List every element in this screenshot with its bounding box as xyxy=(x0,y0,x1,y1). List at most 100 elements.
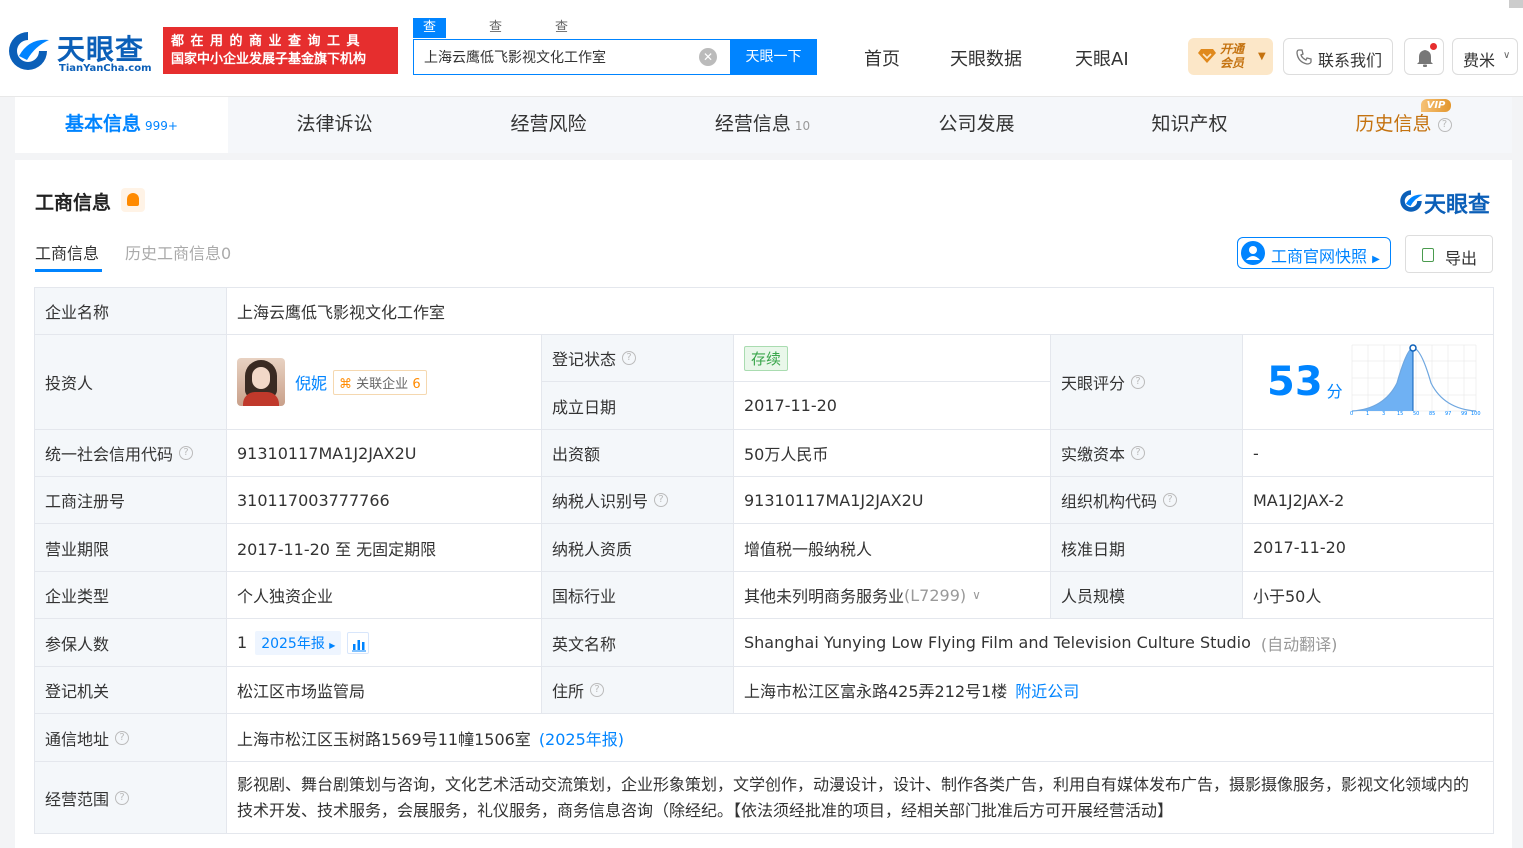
excel-icon xyxy=(1422,248,1434,262)
label-reg-no: 工商注册号 xyxy=(35,477,227,524)
score-axis-labels: 0 1 3 15 50 85 97 99 100 xyxy=(1349,411,1483,421)
score-axis-label: 99 xyxy=(1461,411,1468,417)
search-tab-boss[interactable]: 查老板 xyxy=(489,18,502,75)
score-cell[interactable]: 53 分 0 1 3 15 50 85 97 99 100 xyxy=(1243,335,1493,430)
contact-us-button[interactable]: 联系我们 xyxy=(1283,38,1393,75)
company-type: 个人独资企业 xyxy=(227,572,542,619)
english-name: Shanghai Yunying Low Flying Film and Tel… xyxy=(744,633,1251,652)
label-paid-capital: 实缴资本? xyxy=(1051,430,1243,477)
help-icon: ? xyxy=(590,683,605,697)
auto-translate-note: (自动翻译) xyxy=(1260,634,1338,654)
paid-capital: - xyxy=(1243,430,1493,477)
section-title: 工商信息 xyxy=(35,192,112,214)
approve-date: 2017-11-20 xyxy=(1243,524,1493,572)
label-score: 天眼评分? xyxy=(1051,335,1243,430)
business-info-panel: 工商信息 天眼查 工商信息 历史工商信息0 工商官网快照 ▶ 导出 企业名称 上… xyxy=(15,160,1512,848)
label-taxpayer-qual: 纳税人资质 xyxy=(542,524,734,572)
slogan-banner[interactable]: 都在用的商业查询工具 国家中小企业发展子基金旗下机构 xyxy=(163,27,398,74)
annual-report-tag[interactable]: 2025年报 ▶ xyxy=(255,630,342,655)
company-name: 上海云鹰低飞影视文化工作室 xyxy=(227,288,1493,335)
business-scope: 影视剧、舞台剧策划与咨询，文化艺术活动交流策划，企业形象策划，文学创作，动漫设计… xyxy=(237,774,1470,820)
phone-icon xyxy=(1296,49,1312,65)
score-unit: 分 xyxy=(1326,382,1343,401)
official-snapshot-button[interactable]: 工商官网快照 ▶ xyxy=(1237,237,1391,269)
subtab-history-business-info[interactable]: 历史工商信息0 xyxy=(125,240,231,264)
label-taxpayer-id: 纳税人识别号? xyxy=(542,477,734,524)
nav-ai[interactable]: 天眼AI xyxy=(1075,45,1129,71)
tab-history[interactable]: 历史信息? xyxy=(1297,97,1510,153)
nav-data[interactable]: 天眼数据 xyxy=(950,45,1022,71)
nav-home[interactable]: 首页 xyxy=(864,45,900,71)
label-industry: 国标行业 xyxy=(542,572,734,619)
investor-avatar[interactable] xyxy=(237,358,285,406)
user-name: 费米 xyxy=(1463,51,1496,70)
link-icon: ⌘ xyxy=(339,376,353,392)
industry-cell[interactable]: 其他未列明商务服务业 (L7299) ∨ xyxy=(734,572,1051,619)
search-tab-company[interactable]: 查公司 xyxy=(413,18,447,75)
vip-text: 开通 会员 xyxy=(1220,42,1245,70)
tab-legal[interactable]: 法律诉讼 xyxy=(228,97,441,153)
found-date: 2017-11-20 xyxy=(734,382,1051,430)
site-logo[interactable]: 天眼查 TianYanCha.com xyxy=(5,28,155,74)
clear-icon[interactable]: ✕ xyxy=(699,48,717,66)
chevron-down-icon: ∨ xyxy=(972,588,981,602)
tab-basic-info[interactable]: 基本信息 999+ xyxy=(15,97,228,153)
search-tab-relation[interactable]: 查关系 xyxy=(555,18,568,75)
help-icon: ? xyxy=(622,351,637,365)
subtab-business-info[interactable]: 工商信息 xyxy=(35,240,99,264)
search-input[interactable] xyxy=(414,40,729,74)
reg-no: 310117003777766 xyxy=(227,477,542,524)
scrollbar[interactable] xyxy=(1509,0,1523,8)
help-icon: ? xyxy=(179,446,194,460)
label-address: 住所? xyxy=(542,667,734,714)
export-button[interactable]: 导出 xyxy=(1405,235,1493,273)
label-type: 企业类型 xyxy=(35,572,227,619)
notification-button[interactable] xyxy=(1404,38,1444,75)
authority: 松江区市场监管局 xyxy=(227,667,542,714)
logo-text-en: TianYanCha.com xyxy=(59,63,152,74)
taxpayer-id: 91310117MA1J2JAX2U xyxy=(734,477,1051,524)
help-icon: ? xyxy=(115,730,130,745)
capital: 50万人民币 xyxy=(734,430,1051,477)
english-name-cell: Shanghai Yunying Low Flying Film and Tel… xyxy=(734,619,1493,667)
insured-cell: 1 2025年报 ▶ xyxy=(227,619,542,667)
industry: 其他未列明商务服务业 xyxy=(744,587,905,606)
help-icon: ? xyxy=(654,493,669,507)
credit-code: 91310117MA1J2JAX2U xyxy=(227,430,542,477)
open-vip-button[interactable]: 开通 会员 ▼ xyxy=(1188,38,1273,75)
score-axis-label: 1 xyxy=(1366,411,1370,417)
org-code: MA1J2JAX-2 xyxy=(1243,477,1493,524)
nearby-companies-link[interactable]: 附近公司 xyxy=(1015,678,1079,702)
label-org-code: 组织机构代码? xyxy=(1051,477,1243,524)
export-label: 导出 xyxy=(1445,249,1478,268)
search-button[interactable]: 天眼一下 xyxy=(730,39,817,75)
industry-code: (L7299) xyxy=(904,585,967,605)
tianyancha-logo-icon xyxy=(9,32,49,70)
bell-icon xyxy=(1417,50,1433,67)
bar-chart-icon[interactable] xyxy=(347,631,370,654)
status-badge: 存续 xyxy=(744,345,789,371)
tab-risk[interactable]: 经营风险 xyxy=(442,97,655,153)
user-menu-button[interactable]: 费米 ∨ xyxy=(1452,38,1518,75)
label-approve-date: 核准日期 xyxy=(1051,524,1243,572)
tab-development[interactable]: 公司发展 xyxy=(870,97,1083,153)
subscribe-bell-icon[interactable] xyxy=(121,188,145,212)
label-investor: 投资人 xyxy=(35,335,227,430)
investor-name-link[interactable]: 倪妮 xyxy=(295,370,327,394)
label-scope: 经营范围? xyxy=(35,762,227,833)
search-box: ✕ 天眼一下 xyxy=(413,39,817,75)
chevron-down-icon: ∨ xyxy=(1503,50,1511,61)
score-value: 53 xyxy=(1267,359,1323,405)
score-axis-label: 85 xyxy=(1429,411,1436,417)
label-mail-address: 通信地址? xyxy=(35,714,227,762)
vip-badge: VIP xyxy=(1421,99,1451,112)
tab-ip[interactable]: 知识产权 xyxy=(1083,97,1296,153)
related-companies-tag[interactable]: ⌘ 关联企业 6 xyxy=(333,369,427,395)
help-icon: ? xyxy=(1163,493,1178,507)
mail-year-link[interactable]: (2025年报) xyxy=(539,726,624,750)
top-header: 天眼查 TianYanCha.com 都在用的商业查询工具 国家中小企业发展子基… xyxy=(0,0,1523,97)
label-capital: 出资额 xyxy=(542,430,734,477)
slogan-line1: 都在用的商业查询工具 xyxy=(171,34,367,49)
label-english-name: 英文名称 xyxy=(542,619,734,667)
tab-business[interactable]: 经营信息 10 xyxy=(656,97,869,153)
